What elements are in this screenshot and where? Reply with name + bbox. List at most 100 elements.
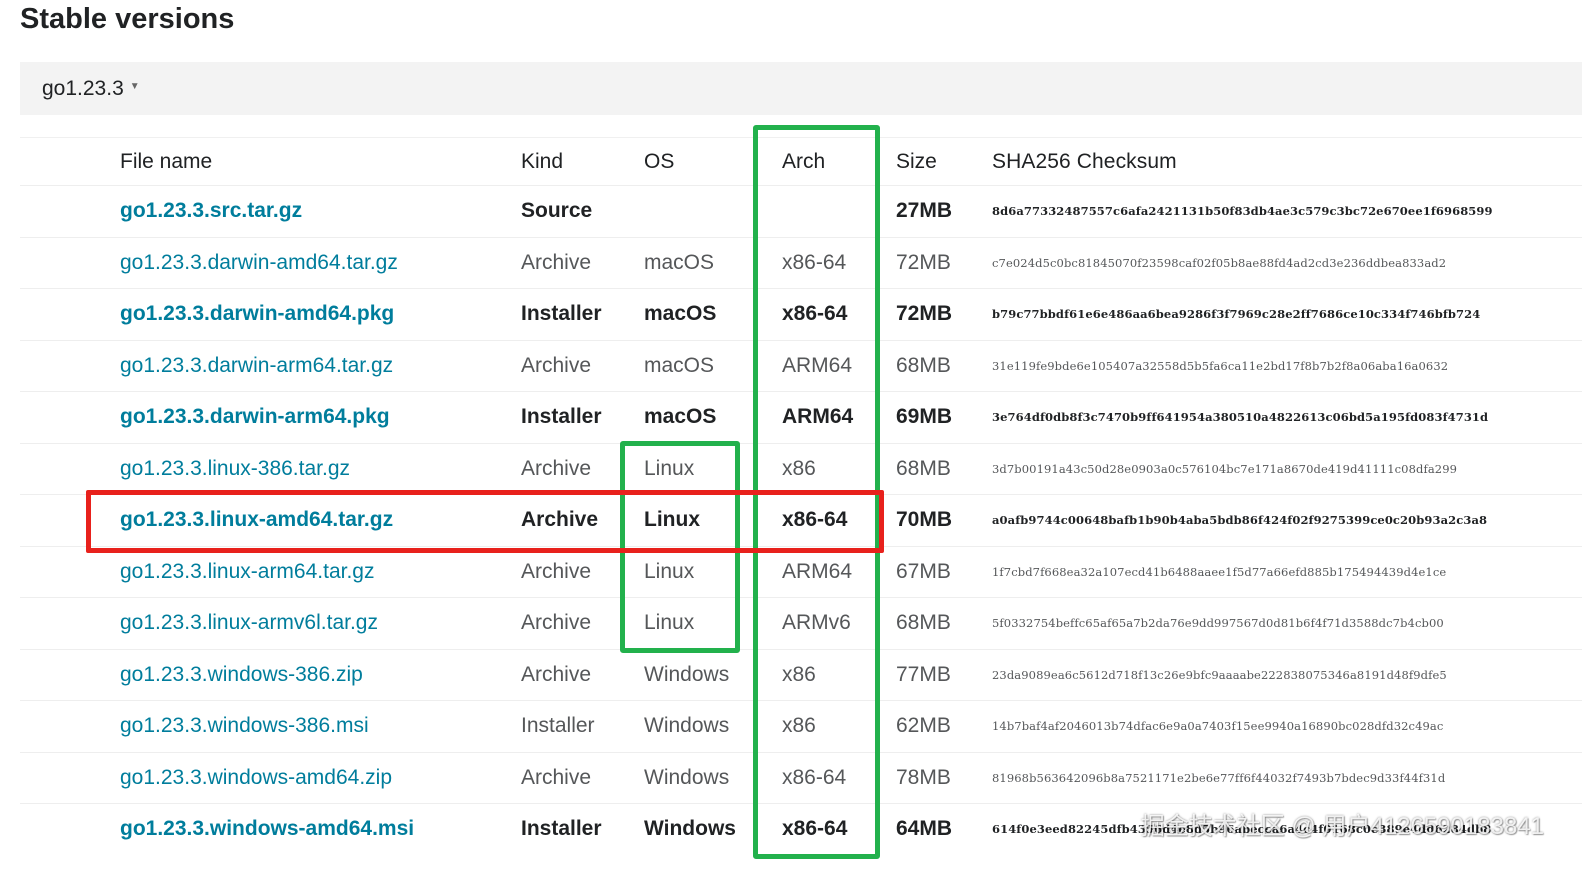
checksum-cell: 5f0332754beffc65af65a7b2da76e9dd997567d0… [992, 616, 1444, 631]
file-name-cell: go1.23.3.darwin-amd64.pkg [120, 289, 394, 340]
download-link[interactable]: go1.23.3.src.tar.gz [120, 199, 302, 223]
download-link[interactable]: go1.23.3.linux-arm64.tar.gz [120, 560, 374, 584]
os-cell: macOS [644, 405, 717, 429]
column-header-checksum: SHA256 Checksum [992, 149, 1177, 173]
size-cell: 68MB [896, 353, 951, 377]
arch-cell: ARM64 [782, 559, 853, 583]
arch-cell: x86 [782, 714, 816, 738]
file-name-cell: go1.23.3.darwin-amd64.tar.gz [120, 238, 398, 289]
kind-cell: Archive [521, 456, 592, 480]
checksum-cell: 3e764df0db8f3c7470b9ff641954a380510a4822… [992, 410, 1489, 425]
column-header-kind: Kind [521, 149, 564, 173]
size-cell: 27MB [896, 199, 953, 223]
watermark: 掘金技术社区 @ 用户4126590183841 [1140, 813, 1544, 840]
file-name-cell: go1.23.3.windows-amd64.zip [120, 753, 392, 804]
file-name-cell: go1.23.3.src.tar.gz [120, 186, 302, 237]
download-link[interactable]: go1.23.3.linux-386.tar.gz [120, 457, 350, 481]
checksum-cell: a0afb9744c00648bafb1b90b4aba5bdb86f424f0… [992, 513, 1488, 528]
table-row: go1.23.3.windows-amd64.zip Archive Windows… [20, 751, 1582, 804]
size-cell: 70MB [896, 508, 953, 532]
size-cell: 62MB [896, 714, 951, 738]
os-cell: Windows [644, 662, 730, 686]
download-link[interactable]: go1.23.3.darwin-arm64.pkg [120, 405, 390, 429]
table-body: go1.23.3.src.tar.gz Source 27MB 8d6a7733248… [20, 185, 1582, 855]
file-name-cell: go1.23.3.windows-386.msi [120, 701, 369, 752]
download-link[interactable]: go1.23.3.windows-386.zip [120, 663, 363, 687]
downloads-table: File name Kind OS Arch Size SHA256 Check… [20, 137, 1582, 855]
download-link[interactable]: go1.23.3.linux-armv6l.tar.gz [120, 611, 378, 635]
kind-cell: Archive [521, 559, 592, 583]
table-row: go1.23.3.darwin-amd64.tar.gz Archive macOS… [20, 236, 1582, 289]
size-cell: 68MB [896, 456, 951, 480]
checksum-cell: 31e119fe9bde6e105407a32558d5b5fa6ca11e2b… [992, 358, 1449, 373]
kind-cell: Source [521, 199, 593, 223]
checksum-cell: 1f7cbd7f668ea32a107ecd41b6488aaee1f5d77a… [992, 564, 1447, 579]
table-row: go1.23.3.darwin-arm64.tar.gz Archive macOS… [20, 339, 1582, 392]
size-cell: 77MB [896, 662, 951, 686]
kind-cell: Archive [521, 662, 592, 686]
version-label: go1.23.3 [42, 77, 124, 100]
arch-cell: ARM64 [782, 405, 854, 429]
file-name-cell: go1.23.3.darwin-arm64.pkg [120, 392, 390, 443]
os-cell: macOS [644, 353, 715, 377]
column-header-file-name: File name [120, 149, 213, 173]
checksum-cell: 14b7baf4af2046013b74dfac6e9a0a7403f15ee9… [992, 719, 1444, 734]
table-row: go1.23.3.linux-amd64.tar.gz Archive Linux x… [20, 494, 1582, 546]
download-link[interactable]: go1.23.3.linux-amd64.tar.gz [120, 508, 393, 532]
table-row: go1.23.3.windows-386.zip Archive Windows x8… [20, 648, 1582, 701]
arch-cell: x86-64 [782, 302, 848, 326]
os-cell: Linux [644, 559, 695, 583]
kind-cell: Installer [521, 714, 595, 738]
column-header-size: Size [896, 149, 937, 173]
table-header-row: File name Kind OS Arch Size SHA256 Check… [20, 137, 1582, 185]
column-header-os: OS [644, 149, 675, 173]
size-cell: 72MB [896, 250, 951, 274]
checksum-cell: b79c77bbdf61e6e486aa6bea9286f3f7969c28e2… [992, 307, 1481, 322]
arch-cell: x86-64 [782, 508, 848, 532]
kind-cell: Archive [521, 611, 592, 635]
checksum-cell: 8d6a77332487557c6afa2421131b50f83db4ae3c… [992, 204, 1493, 219]
arch-cell: x86-64 [782, 250, 847, 274]
size-cell: 69MB [896, 405, 953, 429]
kind-cell: Installer [521, 817, 602, 841]
table-row: go1.23.3.src.tar.gz Source 27MB 8d6a7733248… [20, 185, 1582, 237]
table-row: go1.23.3.linux-386.tar.gz Archive Linux x86… [20, 442, 1582, 495]
kind-cell: Installer [521, 302, 602, 326]
checksum-cell: 81968b563642096b8a7521171e2be6e77ff6f440… [992, 770, 1446, 785]
kind-cell: Archive [521, 353, 592, 377]
download-link[interactable]: go1.23.3.windows-386.msi [120, 714, 369, 738]
table-row: go1.23.3.darwin-arm64.pkg Installer macOS A… [20, 391, 1582, 443]
os-cell: Linux [644, 456, 695, 480]
arch-cell: x86-64 [782, 765, 847, 789]
os-cell: macOS [644, 302, 717, 326]
download-link[interactable]: go1.23.3.windows-amd64.msi [120, 817, 414, 841]
checksum-cell: 23da9089ea6c5612d718f13c26e9bfc9aaaabe22… [992, 667, 1447, 682]
os-cell: Windows [644, 765, 730, 789]
file-name-cell: go1.23.3.windows-amd64.msi [120, 804, 414, 855]
arch-cell: x86-64 [782, 817, 848, 841]
checksum-cell: 3d7b00191a43c50d28e0903a0c576104bc7e171a… [992, 461, 1458, 476]
download-link[interactable]: go1.23.3.darwin-amd64.tar.gz [120, 251, 398, 275]
checksum-cell: c7e024d5c0bc81845070f23598caf02f05b8ae88… [992, 255, 1447, 270]
size-cell: 68MB [896, 611, 951, 635]
download-link[interactable]: go1.23.3.darwin-amd64.pkg [120, 302, 394, 326]
version-bar: go1.23.3 ▼ [20, 62, 1582, 115]
os-cell: Linux [644, 611, 695, 635]
file-name-cell: go1.23.3.linux-armv6l.tar.gz [120, 598, 378, 649]
download-link[interactable]: go1.23.3.darwin-arm64.tar.gz [120, 354, 393, 378]
file-name-cell: go1.23.3.linux-arm64.tar.gz [120, 547, 374, 598]
arch-cell: x86 [782, 456, 816, 480]
file-name-cell: go1.23.3.linux-amd64.tar.gz [120, 495, 393, 546]
file-name-cell: go1.23.3.darwin-arm64.tar.gz [120, 341, 393, 392]
file-name-cell: go1.23.3.windows-386.zip [120, 650, 363, 701]
table-row: go1.23.3.linux-armv6l.tar.gz Archive Linux… [20, 597, 1582, 649]
kind-cell: Installer [521, 405, 602, 429]
file-name-cell: go1.23.3.linux-386.tar.gz [120, 444, 350, 495]
os-cell: Windows [644, 714, 730, 738]
kind-cell: Archive [521, 765, 592, 789]
download-link[interactable]: go1.23.3.windows-amd64.zip [120, 766, 392, 790]
arch-cell: ARM64 [782, 353, 853, 377]
caret-down-icon: ▼ [129, 80, 140, 92]
page-title: Stable versions [20, 3, 235, 35]
version-toggle[interactable]: go1.23.3 ▼ [42, 62, 140, 115]
